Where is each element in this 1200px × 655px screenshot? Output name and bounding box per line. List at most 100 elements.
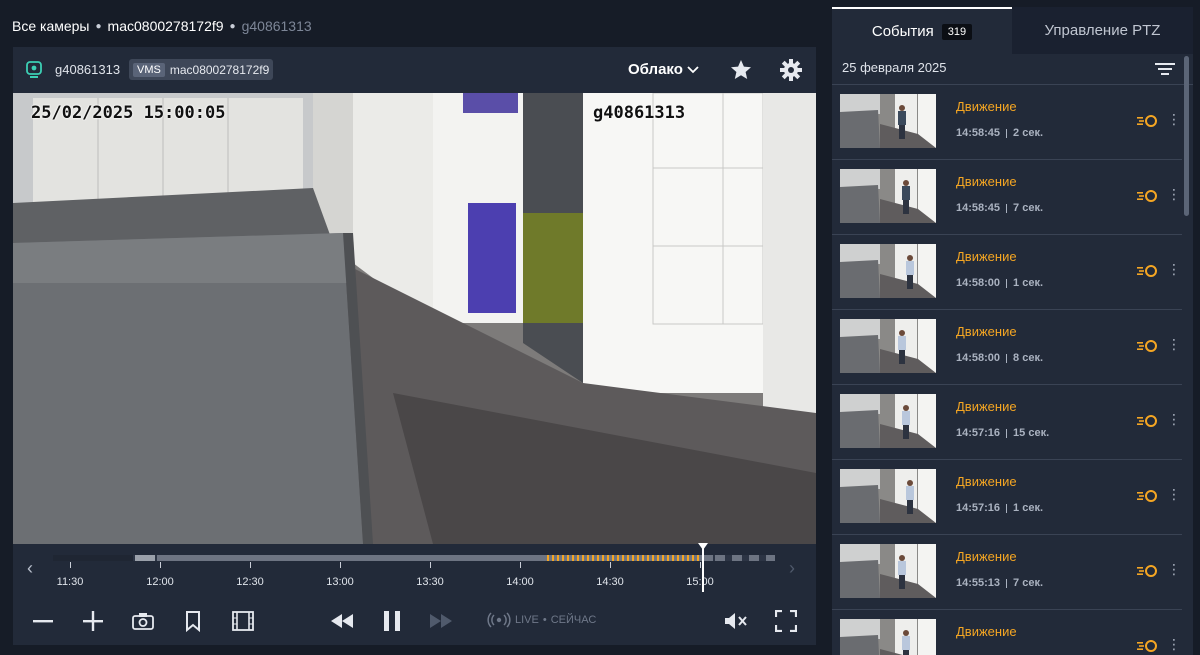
event-type: Движение bbox=[956, 549, 1017, 564]
event-meta: 14:58:45 2 сек. bbox=[956, 127, 1043, 139]
event-thumbnail-image bbox=[840, 244, 936, 298]
timeline-tick bbox=[250, 562, 251, 568]
sidebar-scrollbar[interactable] bbox=[1184, 56, 1189, 216]
pause-button[interactable] bbox=[379, 608, 405, 634]
event-item[interactable]: Движение 14:58:00 8 сек. ⋮ bbox=[832, 310, 1182, 385]
more-icon[interactable]: ⋮ bbox=[1167, 486, 1181, 503]
motion-icon bbox=[1137, 190, 1157, 202]
event-item[interactable]: Движение 14:57:16 1 сек. ⋮ bbox=[832, 460, 1182, 535]
events-date[interactable]: 25 февраля 2025 bbox=[842, 60, 947, 75]
event-time: 14:58:00 bbox=[956, 352, 1001, 364]
live-broadcast-icon bbox=[487, 612, 511, 628]
timeline-label: 12:30 bbox=[236, 576, 264, 588]
motion-icon bbox=[1137, 490, 1157, 502]
event-type: Движение bbox=[956, 474, 1017, 489]
event-meta-divider bbox=[1006, 203, 1008, 213]
breadcrumb-all-cameras[interactable]: Все камеры bbox=[12, 18, 90, 34]
player-controls: LIVE • СЕЙЧАС bbox=[13, 596, 816, 645]
motion-icon bbox=[1137, 640, 1157, 652]
timeline-label: 11:30 bbox=[56, 576, 84, 588]
more-icon[interactable]: ⋮ bbox=[1167, 411, 1181, 428]
fast-forward-icon bbox=[430, 614, 452, 628]
live-label: LIVE bbox=[515, 614, 539, 626]
event-thumbnail bbox=[840, 394, 936, 448]
timeline-tick bbox=[70, 562, 71, 568]
more-icon[interactable]: ⋮ bbox=[1167, 336, 1181, 353]
event-duration: 7 сек. bbox=[1013, 202, 1044, 214]
event-time: 14:58:00 bbox=[956, 277, 1001, 289]
event-time: 14:57:16 bbox=[956, 427, 1001, 439]
favorite-star-icon[interactable] bbox=[729, 58, 753, 82]
rewind-button[interactable] bbox=[329, 608, 355, 634]
breadcrumb-group[interactable]: mac0800278172f9 bbox=[108, 18, 224, 34]
event-meta-divider bbox=[1006, 278, 1008, 288]
event-item[interactable]: Движение 14:57:16 15 сек. ⋮ bbox=[832, 385, 1182, 460]
live-separator: • bbox=[542, 614, 547, 626]
bookmark-button[interactable] bbox=[180, 608, 206, 634]
event-item[interactable]: Движение 14:58:45 2 сек. ⋮ bbox=[832, 85, 1182, 160]
mute-button[interactable] bbox=[723, 608, 749, 634]
event-meta-divider bbox=[1006, 428, 1008, 438]
timeline-tick bbox=[160, 562, 161, 568]
event-duration: 2 сек. bbox=[1013, 127, 1044, 139]
zoom-out-button[interactable] bbox=[30, 608, 56, 634]
event-meta: 14:55:13 7 сек. bbox=[956, 577, 1043, 589]
more-icon[interactable]: ⋮ bbox=[1167, 561, 1181, 578]
video-frame[interactable]: 25/02/2025 15:00:05 g40861313 bbox=[13, 93, 816, 544]
motion-icon bbox=[1137, 115, 1157, 127]
event-thumbnail-image bbox=[840, 319, 936, 373]
camera-name: g40861313 bbox=[55, 62, 121, 77]
event-time: 14:55:13 bbox=[956, 577, 1001, 589]
timeline-tick bbox=[430, 562, 431, 568]
snapshot-button[interactable] bbox=[130, 608, 156, 634]
event-item[interactable]: Движение ⋮ bbox=[832, 610, 1182, 655]
event-thumbnail-image bbox=[840, 394, 936, 448]
more-icon[interactable]: ⋮ bbox=[1167, 636, 1181, 653]
timeline-next-icon[interactable]: › bbox=[789, 558, 795, 579]
event-item[interactable]: Движение 14:58:00 1 сек. ⋮ bbox=[832, 235, 1182, 310]
event-thumbnail-image bbox=[840, 94, 936, 148]
event-thumbnail bbox=[840, 319, 936, 373]
event-item[interactable]: Движение 14:58:45 7 сек. ⋮ bbox=[832, 160, 1182, 235]
camera-feed-image bbox=[13, 93, 816, 544]
filter-icon[interactable] bbox=[1154, 60, 1176, 78]
timeline-playhead[interactable] bbox=[698, 543, 708, 592]
event-meta-divider bbox=[1006, 353, 1008, 363]
events-sidebar: События 319 Управление PTZ 25 февраля 20… bbox=[832, 7, 1193, 655]
events-date-row: 25 февраля 2025 bbox=[832, 54, 1193, 85]
fast-forward-button bbox=[428, 608, 454, 634]
timeline-label: 14:00 bbox=[506, 576, 534, 588]
more-icon[interactable]: ⋮ bbox=[1167, 111, 1181, 128]
event-thumbnail bbox=[840, 94, 936, 148]
speaker-muted-icon bbox=[725, 613, 747, 629]
timeline-prev-icon[interactable]: ‹ bbox=[27, 558, 33, 579]
more-icon[interactable]: ⋮ bbox=[1167, 186, 1181, 203]
clip-export-button[interactable] bbox=[230, 608, 256, 634]
event-item[interactable]: Движение 14:55:13 7 сек. ⋮ bbox=[832, 535, 1182, 610]
timeline-tick bbox=[340, 562, 341, 568]
motion-icon bbox=[1137, 415, 1157, 427]
event-meta: 14:58:00 8 сек. bbox=[956, 352, 1043, 364]
tab-ptz[interactable]: Управление PTZ bbox=[1012, 7, 1193, 54]
timeline[interactable]: ‹ 11:30 12:00 12:30 13:00 13:30 14:00 14:30 15:… bbox=[13, 543, 816, 596]
motion-icon bbox=[1137, 340, 1157, 352]
event-thumbnail bbox=[840, 619, 936, 655]
zoom-in-button[interactable] bbox=[80, 608, 106, 634]
event-list: Движение 14:58:45 2 сек. ⋮ Движение 14:58:45 7… bbox=[832, 85, 1182, 655]
timeline-track[interactable] bbox=[53, 555, 775, 561]
gear-icon[interactable] bbox=[779, 58, 803, 82]
chevron-down-icon bbox=[687, 65, 699, 73]
more-icon[interactable]: ⋮ bbox=[1167, 261, 1181, 278]
osd-camera-name: g40861313 bbox=[593, 103, 686, 123]
fullscreen-button[interactable] bbox=[773, 608, 799, 634]
event-meta: 14:58:00 1 сек. bbox=[956, 277, 1043, 289]
event-meta: 14:58:45 7 сек. bbox=[956, 202, 1043, 214]
timeline-events-segment bbox=[547, 555, 699, 561]
tab-events[interactable]: События 319 bbox=[832, 7, 1012, 54]
timeline-tick bbox=[700, 562, 701, 568]
breadcrumb-separator: ● bbox=[229, 20, 236, 32]
timeline-tick bbox=[520, 562, 521, 568]
storage-select[interactable]: Облако bbox=[628, 61, 699, 78]
live-button[interactable]: LIVE • СЕЙЧАС bbox=[487, 612, 596, 628]
event-type: Движение bbox=[956, 399, 1017, 414]
